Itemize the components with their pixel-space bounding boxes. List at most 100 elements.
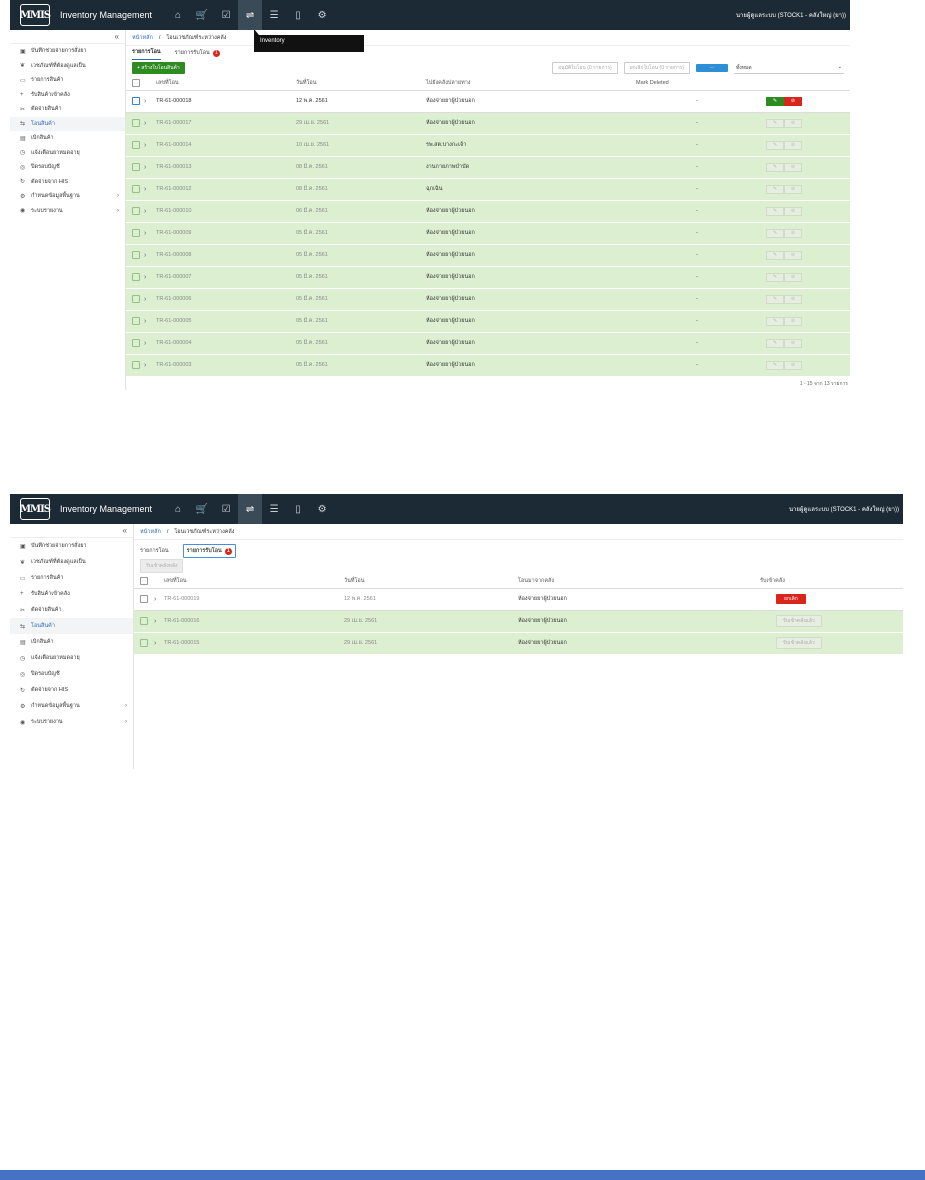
tab-receive-list[interactable]: รายการรับโอน 1: [182, 544, 236, 558]
sidebar-item[interactable]: ✂ ตัดจ่ายสินค้า: [10, 102, 125, 117]
transfer-icon[interactable]: ⇌: [238, 0, 263, 30]
breadcrumb-home[interactable]: หน้าหลัก: [140, 528, 161, 536]
row-checkbox[interactable]: [132, 141, 140, 149]
row-checkbox[interactable]: [132, 163, 140, 171]
gear-icon[interactable]: ⚙: [310, 0, 334, 30]
edit-icon[interactable]: ✎: [766, 118, 784, 128]
sidebar-item[interactable]: ▣ บันทึกช่วยจ่ายการสั่งยา: [10, 538, 133, 554]
row-checkbox[interactable]: [140, 639, 148, 647]
expand-row-icon[interactable]: ›: [144, 274, 146, 281]
delete-icon[interactable]: ⊘: [784, 118, 802, 128]
home-icon[interactable]: ⌂: [166, 0, 190, 30]
row-checkbox[interactable]: [132, 361, 140, 369]
table-row[interactable]: › TR-61-000008 05 มี.ค. 2561 ห้องจ่ายยาผ…: [126, 244, 850, 267]
cart-icon[interactable]: 🛒: [190, 494, 214, 524]
edit-icon[interactable]: ✎: [766, 206, 784, 216]
delete-icon[interactable]: ⊘: [784, 294, 802, 304]
expand-row-icon[interactable]: ›: [154, 640, 156, 647]
delete-icon[interactable]: ⊘: [784, 206, 802, 216]
sidebar-item[interactable]: ▭ รายการสินค้า: [10, 73, 125, 88]
delete-icon[interactable]: ⊘: [784, 162, 802, 172]
expand-row-icon[interactable]: ›: [144, 186, 146, 193]
home-icon[interactable]: ⌂: [166, 494, 190, 524]
table-row[interactable]: › TR-61-000014 10 เม.ย. 2561 รพ.สต.บางกะ…: [126, 134, 850, 157]
document-icon[interactable]: ▯: [286, 0, 310, 30]
sidebar-item[interactable]: ⇆ โอนสินค้า: [10, 116, 125, 131]
collapse-sidebar-button[interactable]: «: [10, 524, 133, 538]
edit-icon[interactable]: ✎: [766, 272, 784, 282]
sidebar-item[interactable]: ❦ เวชภัณฑ์ที่ต้องดูแลเป็น: [10, 59, 125, 74]
search-button[interactable]: ···: [696, 64, 728, 72]
sidebar-item[interactable]: ◷ แจ้งเตือนยาหมดอายุ: [10, 146, 125, 161]
row-checkbox[interactable]: [132, 339, 140, 347]
table-row[interactable]: › TR-61-000015 29 เม.ย. 2561 ห้องจ่ายยาผ…: [134, 632, 903, 655]
status-filter-select[interactable]: ทั้งหมด ⌄: [734, 63, 844, 74]
expand-row-icon[interactable]: ›: [144, 296, 146, 303]
sidebar-item[interactable]: ◉ ระบบรายงาน ›: [10, 204, 125, 219]
row-checkbox[interactable]: [140, 595, 148, 603]
sidebar-item[interactable]: ◎ ปิดรอบบัญชี: [10, 666, 133, 682]
delete-icon[interactable]: ⊘: [784, 338, 802, 348]
tab-transfer-list[interactable]: รายการโอน: [140, 547, 169, 558]
document-icon[interactable]: ▯: [286, 494, 310, 524]
select-all-checkbox[interactable]: [132, 78, 140, 87]
edit-icon[interactable]: ✎: [766, 294, 784, 304]
row-checkbox[interactable]: [132, 229, 140, 237]
sidebar-item[interactable]: ↻ ตัดจ่ายจาก HIS: [10, 682, 133, 698]
sidebar-item[interactable]: ◎ ปิดรอบบัญชี: [10, 160, 125, 175]
expand-row-icon[interactable]: ›: [144, 318, 146, 325]
sidebar-item[interactable]: ◉ ระบบรายงาน ›: [10, 714, 133, 730]
table-row[interactable]: › TR-61-000019 12 พ.ค. 2561 ห้องจ่ายยาผู…: [134, 588, 903, 611]
expand-row-icon[interactable]: ›: [144, 208, 146, 215]
list-icon[interactable]: ☰: [262, 494, 286, 524]
expand-row-icon[interactable]: ›: [144, 252, 146, 259]
sidebar-item[interactable]: ◷ แจ้งเตือนยาหมดอายุ: [10, 650, 133, 666]
sidebar-item[interactable]: + รับสินค้าเข้าคลัง: [10, 586, 133, 602]
check-icon[interactable]: ☑: [214, 494, 238, 524]
expand-row-icon[interactable]: ›: [144, 362, 146, 369]
row-checkbox[interactable]: [132, 119, 140, 127]
expand-row-icon[interactable]: ›: [154, 596, 156, 603]
edit-icon[interactable]: ✎: [766, 338, 784, 348]
row-checkbox[interactable]: [132, 273, 140, 281]
delete-icon[interactable]: ⊘: [784, 184, 802, 194]
table-row[interactable]: › TR-61-000016 29 เม.ย. 2561 ห้องจ่ายยาผ…: [134, 610, 903, 633]
sidebar-item[interactable]: ⚙ กำหนดข้อมูลพื้นฐาน ›: [10, 189, 125, 204]
edit-icon[interactable]: ✎: [766, 250, 784, 260]
delete-icon[interactable]: ⊘: [784, 272, 802, 282]
create-transfer-button[interactable]: + สร้างใบโอนสินค้า: [132, 62, 185, 74]
table-row[interactable]: › TR-61-000007 05 มี.ค. 2561 ห้องจ่ายยาผ…: [126, 266, 850, 289]
row-checkbox[interactable]: [132, 185, 140, 193]
cancel-transfer-button[interactable]: ยกเลิกใบโอน (0 รายการ): [623, 62, 690, 74]
expand-row-icon[interactable]: ›: [144, 340, 146, 347]
row-checkbox[interactable]: [132, 317, 140, 325]
edit-icon[interactable]: ✎: [766, 140, 784, 150]
expand-row-icon[interactable]: ›: [144, 230, 146, 237]
sidebar-item[interactable]: ▤ เบิกสินค้า: [10, 634, 133, 650]
select-all-checkbox[interactable]: [140, 576, 148, 585]
row-checkbox[interactable]: [132, 97, 140, 105]
row-checkbox[interactable]: [132, 207, 140, 215]
check-icon[interactable]: ☑: [214, 0, 238, 30]
sidebar-item[interactable]: ⚙ กำหนดข้อมูลพื้นฐาน ›: [10, 698, 133, 714]
sidebar-item[interactable]: ✂ ตัดจ่ายสินค้า: [10, 602, 133, 618]
delete-icon[interactable]: ⊘: [784, 140, 802, 150]
expand-row-icon[interactable]: ›: [144, 98, 146, 105]
cancel-button[interactable]: ยกเลิก: [776, 594, 806, 604]
received-button[interactable]: รับเข้าคลังแล้ว: [776, 615, 822, 627]
received-button[interactable]: รับเข้าคลังแล้ว: [776, 637, 822, 649]
row-checkbox[interactable]: [140, 617, 148, 625]
edit-icon[interactable]: ✎: [766, 228, 784, 238]
delete-icon[interactable]: ⊘: [784, 228, 802, 238]
delete-icon[interactable]: ⊘: [784, 316, 802, 326]
breadcrumb-home[interactable]: หน้าหลัก: [132, 34, 153, 42]
sidebar-item[interactable]: ▣ บันทึกช่วยจ่ายการสั่งยา: [10, 44, 125, 59]
cart-icon[interactable]: 🛒: [190, 0, 214, 30]
table-row[interactable]: › TR-61-000013 08 มี.ค. 2561 งานกายภาพบำ…: [126, 156, 850, 179]
edit-icon[interactable]: ✎: [766, 162, 784, 172]
collapse-sidebar-button[interactable]: «: [10, 30, 125, 44]
table-row[interactable]: › TR-61-000012 08 มี.ค. 2561 ฉุกเฉิน - ✎…: [126, 178, 850, 201]
user-menu[interactable]: นายผู้ดูแลระบบ (STOCK1 - คลังใหญ่ (ยา)): [789, 504, 899, 514]
expand-row-icon[interactable]: ›: [154, 618, 156, 625]
expand-row-icon[interactable]: ›: [144, 142, 146, 149]
